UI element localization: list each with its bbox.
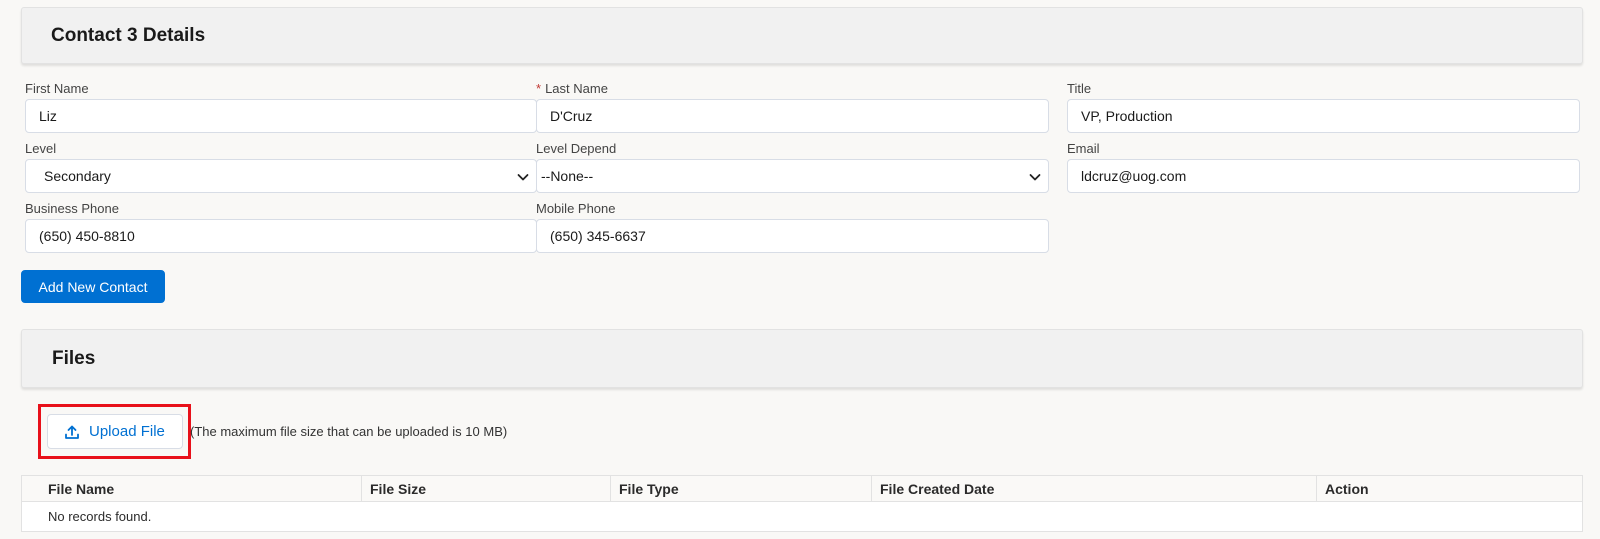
- contact-section-header: Contact 3 Details: [21, 7, 1583, 64]
- level-depend-field: Level Depend --None--: [536, 139, 1049, 193]
- level-label: Level: [25, 141, 57, 156]
- email-field: Email ldcruz@uog.com: [1067, 139, 1580, 193]
- level-field: Level Secondary: [25, 139, 537, 193]
- mobile-phone-label: Mobile Phone: [536, 201, 616, 216]
- no-records-message: No records found.: [48, 509, 152, 524]
- level-depend-select[interactable]: --None--: [536, 159, 1049, 193]
- last-name-value: D'Cruz: [550, 108, 593, 124]
- title-field: Title VP, Production: [1067, 79, 1580, 133]
- first-name-value: Liz: [39, 108, 57, 124]
- chevron-down-icon: [517, 174, 529, 181]
- column-header-file-created-date[interactable]: File Created Date: [872, 476, 1317, 501]
- title-input[interactable]: VP, Production: [1067, 99, 1580, 133]
- contact-section-title: Contact 3 Details: [51, 25, 206, 46]
- business-phone-value: (650) 450-8810: [39, 228, 135, 244]
- first-name-label: First Name: [25, 81, 89, 96]
- column-header-file-name[interactable]: File Name: [22, 476, 362, 501]
- add-new-contact-button[interactable]: Add New Contact: [21, 270, 165, 303]
- upload-icon: [65, 425, 79, 439]
- column-header-file-size[interactable]: File Size: [362, 476, 611, 501]
- files-table-header: File Name File Size File Type File Creat…: [22, 476, 1582, 502]
- level-depend-value: --None--: [541, 168, 594, 184]
- first-name-input[interactable]: Liz: [25, 99, 537, 133]
- business-phone-input[interactable]: (650) 450-8810: [25, 219, 537, 253]
- required-marker: *: [536, 81, 542, 96]
- upload-file-label: Upload File: [89, 423, 165, 440]
- email-label: Email: [1067, 141, 1100, 156]
- level-depend-label: Level Depend: [536, 141, 617, 156]
- mobile-phone-field: Mobile Phone (650) 345-6637: [536, 199, 1049, 253]
- last-name-field: * Last Name D'Cruz: [536, 79, 1049, 133]
- column-header-action[interactable]: Action: [1317, 476, 1582, 501]
- level-value: Secondary: [44, 168, 111, 184]
- business-phone-field: Business Phone (650) 450-8810: [25, 199, 537, 253]
- page: Contact 3 Details First Name Liz * Last N…: [0, 0, 1600, 539]
- title-label: Title: [1067, 81, 1092, 96]
- email-input[interactable]: ldcruz@uog.com: [1067, 159, 1580, 193]
- column-header-file-type[interactable]: File Type: [611, 476, 872, 501]
- business-phone-label: Business Phone: [25, 201, 119, 216]
- last-name-label: Last Name: [545, 81, 608, 96]
- last-name-input[interactable]: D'Cruz: [536, 99, 1049, 133]
- last-name-label-row: * Last Name: [536, 79, 1049, 99]
- chevron-down-icon: [1029, 174, 1041, 181]
- mobile-phone-input[interactable]: (650) 345-6637: [536, 219, 1049, 253]
- upload-file-button[interactable]: Upload File: [47, 414, 183, 449]
- upload-size-note: (The maximum file size that can be uploa…: [190, 424, 508, 439]
- files-table: File Name File Size File Type File Creat…: [21, 475, 1583, 532]
- files-section-header: Files: [21, 329, 1583, 388]
- files-section-title: Files: [52, 348, 96, 369]
- title-value: VP, Production: [1081, 108, 1173, 124]
- level-select[interactable]: Secondary: [25, 159, 537, 193]
- first-name-field: First Name Liz: [25, 79, 537, 133]
- email-value: ldcruz@uog.com: [1081, 168, 1187, 184]
- mobile-phone-value: (650) 345-6637: [550, 228, 646, 244]
